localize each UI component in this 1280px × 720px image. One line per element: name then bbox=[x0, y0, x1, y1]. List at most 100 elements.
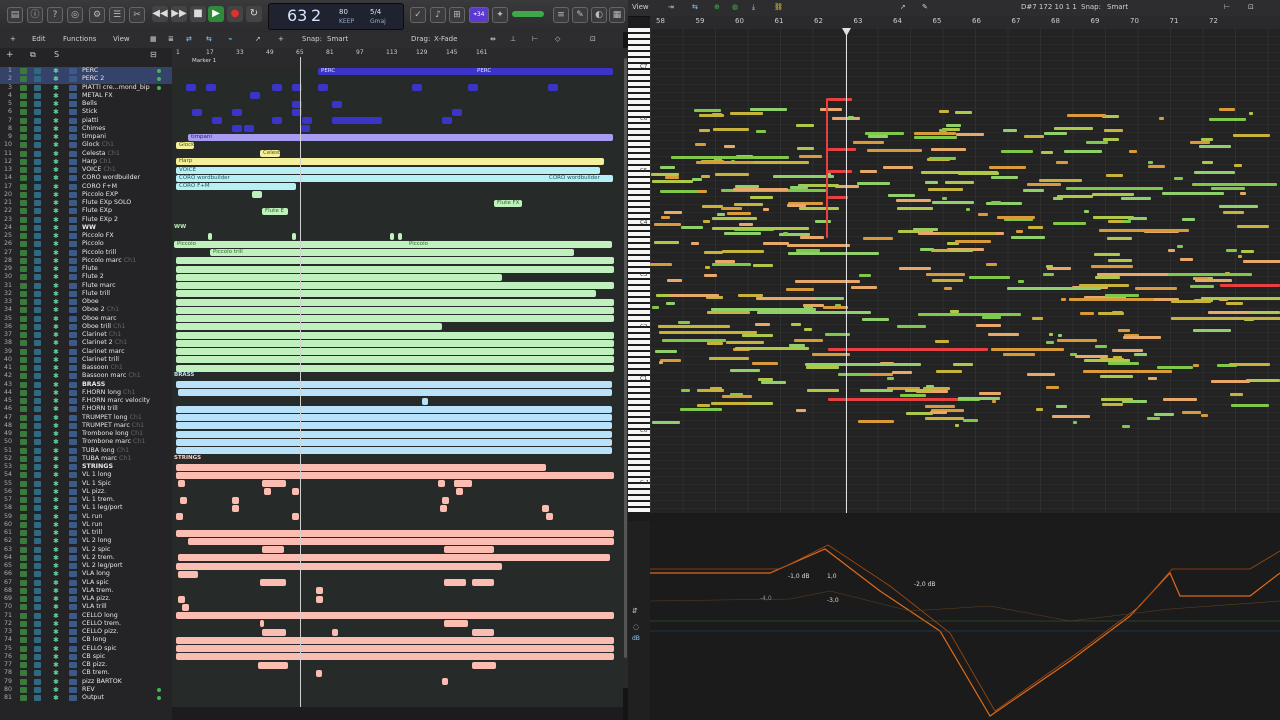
midi-note[interactable] bbox=[654, 223, 681, 226]
midi-note[interactable] bbox=[869, 373, 893, 376]
region[interactable] bbox=[178, 389, 612, 397]
record-enable-button[interactable] bbox=[34, 224, 41, 231]
region[interactable] bbox=[176, 290, 596, 298]
record-enable-button[interactable] bbox=[34, 579, 41, 586]
midi-note-long[interactable] bbox=[1007, 287, 1099, 290]
record-enable-button[interactable] bbox=[34, 216, 41, 223]
record-enable-button[interactable] bbox=[34, 497, 41, 503]
region[interactable] bbox=[452, 108, 462, 116]
cycle-button[interactable]: ↻ bbox=[246, 6, 262, 22]
record-enable-button[interactable] bbox=[34, 274, 41, 281]
midi-note[interactable] bbox=[1134, 353, 1147, 356]
track-row[interactable]: 61 ✱ VL trill bbox=[0, 529, 172, 537]
lcd-display[interactable]: 63 2 80 KEEP 5/4 Gmaj bbox=[268, 3, 404, 30]
midi-note[interactable] bbox=[745, 402, 773, 405]
midi-note-long[interactable] bbox=[1066, 187, 1163, 190]
mute-button[interactable] bbox=[20, 101, 27, 107]
vertical-zoom-icon[interactable]: ⊥ bbox=[510, 35, 516, 43]
region[interactable] bbox=[206, 84, 216, 91]
add-track-icon[interactable]: + bbox=[10, 35, 16, 43]
midi-note[interactable] bbox=[665, 176, 679, 179]
midi-note[interactable] bbox=[666, 302, 675, 305]
track-row[interactable]: 69 ✱ VLA pizz. bbox=[0, 595, 172, 603]
region[interactable]: CORO F+M bbox=[176, 183, 296, 190]
mute-button[interactable] bbox=[20, 488, 27, 495]
mute-button[interactable] bbox=[20, 332, 27, 338]
region[interactable]: VOICE bbox=[176, 166, 600, 174]
record-enable-button[interactable] bbox=[34, 109, 41, 116]
midi-note-long[interactable] bbox=[658, 325, 730, 328]
midi-note[interactable] bbox=[660, 359, 681, 362]
track-row[interactable]: 80 ✱ REV bbox=[0, 686, 172, 694]
region[interactable] bbox=[250, 92, 260, 100]
midi-note[interactable] bbox=[897, 325, 926, 328]
midi-note[interactable] bbox=[1159, 117, 1164, 120]
midi-note-selected[interactable] bbox=[828, 348, 988, 351]
tempo-icon[interactable]: ✦ bbox=[492, 7, 508, 23]
track-row[interactable]: 54 ✱ VL 1 long bbox=[0, 471, 172, 479]
pr-midi-in-icon[interactable]: ⇥ bbox=[668, 3, 674, 11]
region[interactable] bbox=[176, 463, 546, 471]
midi-note[interactable] bbox=[661, 216, 670, 219]
midi-note[interactable] bbox=[1195, 279, 1232, 282]
midi-note[interactable] bbox=[695, 143, 706, 146]
record-enable-button[interactable] bbox=[34, 645, 41, 652]
tuner-icon[interactable]: ✓ bbox=[410, 7, 426, 23]
region[interactable]: CORO wordbuilder bbox=[546, 174, 610, 182]
midi-note[interactable] bbox=[858, 420, 894, 423]
midi-note[interactable] bbox=[664, 211, 682, 214]
track-row[interactable]: 25 ✱ Piccolo FX bbox=[0, 232, 172, 240]
record-enable-button[interactable] bbox=[34, 480, 41, 487]
mute-button[interactable] bbox=[20, 414, 27, 421]
track-row[interactable]: 63 ✱ VL 2 spic bbox=[0, 546, 172, 554]
mute-button[interactable] bbox=[20, 68, 27, 74]
mute-button[interactable] bbox=[20, 142, 27, 149]
track-row[interactable]: 32 ✱ Flute trill bbox=[0, 290, 172, 298]
midi-note[interactable] bbox=[935, 340, 949, 343]
midi-note[interactable] bbox=[948, 249, 973, 252]
midi-note[interactable] bbox=[979, 392, 1001, 395]
midi-note[interactable] bbox=[704, 251, 723, 254]
midi-note[interactable] bbox=[704, 274, 717, 277]
region[interactable]: Piccolo bbox=[406, 240, 446, 248]
record-enable-button[interactable] bbox=[34, 554, 41, 561]
midi-note[interactable] bbox=[1190, 285, 1214, 288]
midi-note[interactable] bbox=[796, 124, 814, 127]
track-row[interactable]: 23 ✱ Flute EXp 2 bbox=[0, 216, 172, 224]
midi-note[interactable] bbox=[1229, 363, 1270, 366]
midi-note-long[interactable] bbox=[1192, 183, 1277, 186]
midi-note[interactable] bbox=[1193, 329, 1231, 332]
arrange-playhead[interactable] bbox=[300, 57, 301, 707]
midi-note[interactable] bbox=[710, 387, 722, 390]
midi-note[interactable] bbox=[734, 203, 763, 206]
metronome-icon[interactable]: ♪ bbox=[430, 7, 446, 23]
midi-note[interactable] bbox=[1193, 364, 1199, 367]
midi-note[interactable] bbox=[914, 132, 956, 135]
midi-note[interactable] bbox=[1049, 333, 1053, 336]
solo-global-icon[interactable]: S bbox=[54, 50, 59, 59]
region[interactable]: Celest bbox=[260, 150, 280, 157]
midi-note[interactable] bbox=[944, 287, 952, 290]
midi-note[interactable] bbox=[1246, 379, 1280, 382]
mute-button[interactable] bbox=[20, 92, 27, 99]
pr-link-icon[interactable]: ⊕ bbox=[714, 3, 720, 11]
mute-button[interactable] bbox=[20, 340, 27, 347]
midi-note-selected[interactable] bbox=[826, 98, 828, 238]
midi-note-long[interactable] bbox=[918, 313, 1021, 316]
midi-note[interactable] bbox=[715, 173, 749, 176]
midi-note[interactable] bbox=[667, 279, 682, 282]
midi-note[interactable] bbox=[1001, 150, 1033, 153]
region[interactable] bbox=[176, 282, 614, 289]
midi-note[interactable] bbox=[1123, 336, 1161, 339]
midi-note[interactable] bbox=[955, 240, 991, 243]
mute-button[interactable] bbox=[20, 653, 27, 660]
region[interactable] bbox=[176, 636, 614, 644]
midi-note[interactable] bbox=[1036, 408, 1043, 411]
midi-note[interactable] bbox=[652, 306, 659, 309]
midi-note[interactable] bbox=[1202, 161, 1213, 164]
region[interactable] bbox=[468, 84, 478, 91]
mute-button[interactable] bbox=[20, 150, 27, 157]
midi-note[interactable] bbox=[868, 135, 888, 138]
track-row[interactable]: 75 ✱ CELLO spic bbox=[0, 645, 172, 653]
region[interactable] bbox=[260, 579, 286, 586]
